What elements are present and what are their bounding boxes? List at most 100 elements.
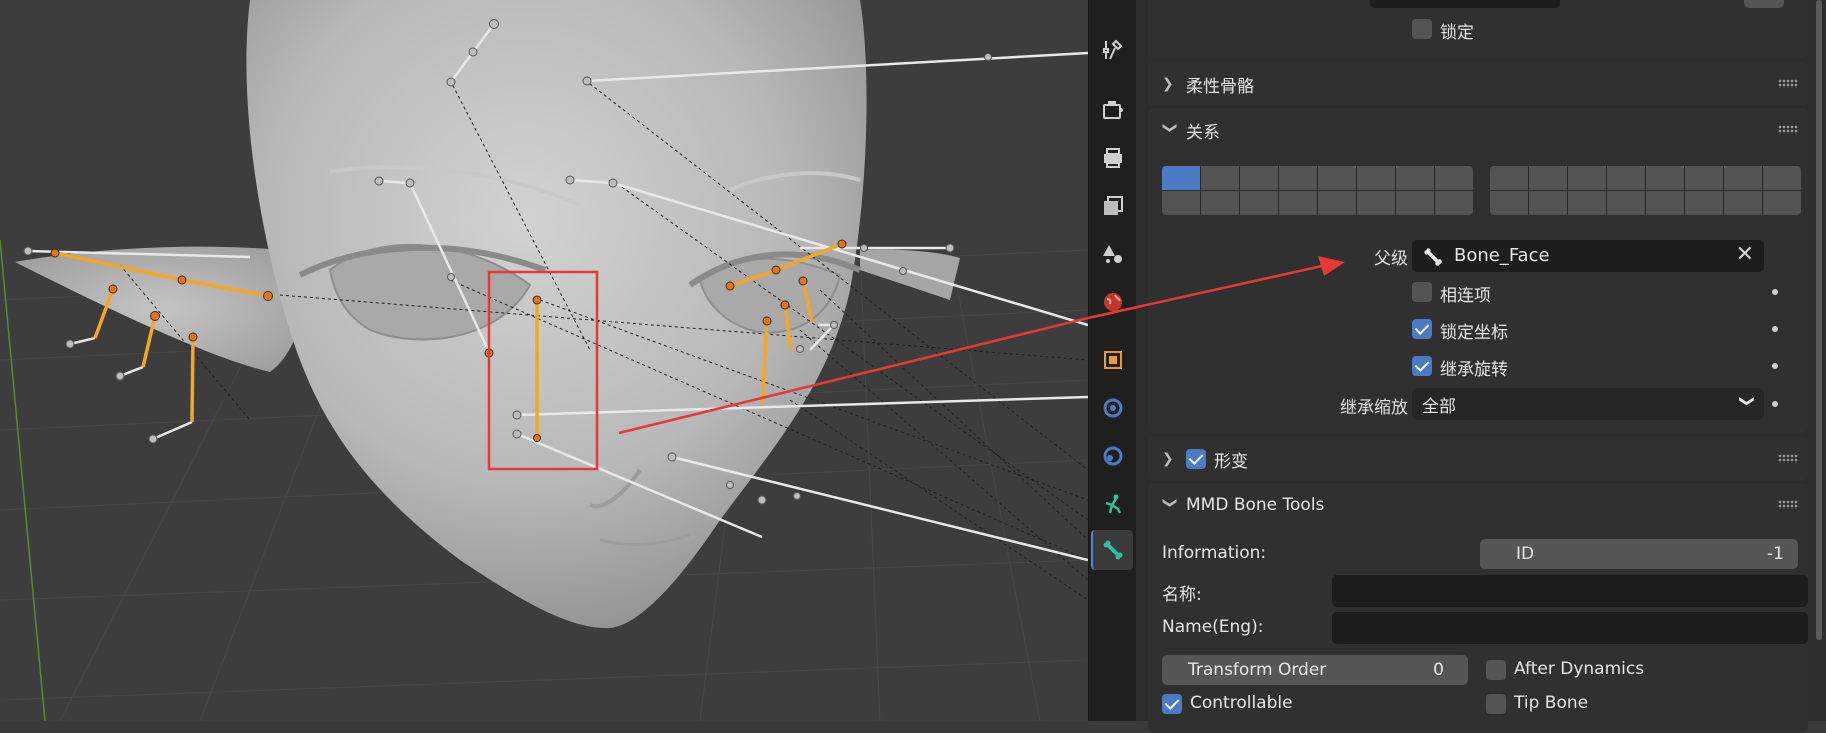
inherit-scale-dropdown[interactable]: 全部 ❯ — [1412, 388, 1764, 420]
bone-layer-cell[interactable] — [1529, 191, 1567, 215]
chevron-down-icon: ❯ — [1738, 394, 1757, 408]
armature-data-icon — [1105, 494, 1122, 514]
viewport-canvas[interactable] — [0, 0, 1088, 721]
bone-layer-cell[interactable] — [1724, 191, 1762, 215]
panel-header-relations[interactable]: ❯ 关系 — [1148, 108, 1808, 152]
keyframe-dot[interactable] — [1772, 289, 1778, 295]
bone-layer-cell[interactable] — [1162, 191, 1200, 215]
bone-layer-cell[interactable] — [1318, 191, 1356, 215]
drag-grip-icon[interactable] — [1778, 454, 1798, 463]
deform-checkbox[interactable] — [1186, 449, 1206, 469]
bone-layer-cell[interactable] — [1240, 166, 1278, 190]
drag-grip-icon[interactable] — [1778, 79, 1798, 88]
tab-output[interactable] — [1093, 138, 1133, 178]
bone-layer-cell[interactable] — [1279, 166, 1317, 190]
name-eng-label: Name(Eng): — [1162, 617, 1264, 637]
bone-layer-cell[interactable] — [1490, 166, 1528, 190]
panel-scrollbar[interactable] — [1816, 0, 1822, 640]
bone-layers-right[interactable] — [1490, 166, 1801, 215]
bone-layers-left[interactable] — [1162, 166, 1473, 215]
controllable-checkbox[interactable] — [1162, 694, 1182, 714]
chevron-right-icon: ❯ — [1162, 451, 1174, 467]
after-dynamics-checkbox[interactable] — [1486, 660, 1506, 680]
bone-layer-cell[interactable] — [1435, 191, 1473, 215]
bone-layer-cell[interactable] — [1685, 166, 1723, 190]
local-location-checkbox[interactable] — [1412, 319, 1432, 339]
keyframe-dot[interactable] — [1772, 363, 1778, 369]
bone-layer-cell[interactable] — [1724, 166, 1762, 190]
bone-layer-cell[interactable] — [1646, 166, 1684, 190]
bone-layer-cell[interactable] — [1240, 191, 1278, 215]
transform-order-label: Transform Order — [1188, 660, 1327, 680]
inherit-rotation-checkbox[interactable] — [1412, 356, 1432, 376]
bone-layer-cell[interactable] — [1568, 166, 1606, 190]
3d-viewport[interactable] — [0, 0, 1088, 721]
bone-layer-cell[interactable] — [1279, 191, 1317, 215]
bone-layer-cell[interactable] — [1529, 166, 1567, 190]
drag-grip-icon[interactable] — [1778, 500, 1798, 509]
tab-armature-data[interactable] — [1093, 484, 1133, 524]
transform-order-field[interactable]: Transform Order 0 — [1162, 655, 1468, 685]
keyframe-dot[interactable] — [1772, 326, 1778, 332]
bone-layer-cell[interactable] — [1396, 191, 1434, 215]
bone-layer-cell[interactable] — [1646, 191, 1684, 215]
name-input[interactable] — [1332, 575, 1808, 607]
bone-layer-cell[interactable] — [1763, 166, 1801, 190]
bone-layer-cell[interactable] — [1763, 191, 1801, 215]
bone-layer-cell[interactable] — [1318, 166, 1356, 190]
top-field-fragment[interactable] — [1370, 0, 1560, 8]
bone-layer-cell[interactable] — [1685, 191, 1723, 215]
view-layer-icon — [1104, 196, 1123, 215]
bone-layer-cell[interactable] — [1607, 191, 1645, 215]
panel-mmd-bone-tools: ❯ MMD Bone Tools Information: ID -1 名称: … — [1148, 483, 1808, 733]
bone-layer-cell[interactable] — [1201, 191, 1239, 215]
transform-panel-bottom: 锁定 — [1148, 0, 1808, 58]
panel-deform[interactable]: ❯ 形变 — [1148, 437, 1808, 481]
top-button-fragment[interactable] — [1744, 0, 1784, 8]
tab-object[interactable] — [1093, 340, 1133, 380]
right-ear — [860, 249, 960, 300]
y-axis-line — [0, 239, 46, 721]
bone-layer-cell[interactable] — [1490, 191, 1528, 215]
tab-world[interactable] — [1093, 282, 1133, 322]
parent-field[interactable]: Bone_Face ✕ — [1412, 240, 1764, 272]
bone-layer-cell[interactable] — [1607, 166, 1645, 190]
name-eng-input[interactable] — [1332, 612, 1808, 644]
lock-checkbox[interactable] — [1412, 19, 1432, 39]
panel-bendy-bones[interactable]: ❯ 柔性骨骼 — [1148, 62, 1808, 106]
close-icon[interactable]: ✕ — [1736, 242, 1754, 267]
tab-tool[interactable] — [1093, 30, 1133, 70]
tab-view-layer[interactable] — [1093, 186, 1133, 226]
keyframe-dot[interactable] — [1772, 401, 1778, 407]
tab-modifier[interactable] — [1093, 388, 1133, 428]
bone-layer-cell[interactable] — [1357, 166, 1395, 190]
panel-title: 关系 — [1186, 122, 1220, 143]
bone-layer-cell[interactable] — [1201, 166, 1239, 190]
bone-layer-cell[interactable] — [1435, 166, 1473, 190]
chevron-down-icon: ❯ — [1162, 122, 1178, 134]
drag-grip-icon[interactable] — [1778, 125, 1798, 134]
panel-title: 柔性骨骼 — [1186, 76, 1254, 97]
lock-label: 锁定 — [1440, 23, 1474, 43]
information-label: Information: — [1162, 543, 1267, 563]
panel-header-mmd-bone-tools[interactable]: ❯ MMD Bone Tools — [1148, 483, 1808, 527]
object-icon — [1104, 351, 1122, 369]
panel-title: MMD Bone Tools — [1186, 495, 1325, 515]
connected-checkbox[interactable] — [1412, 282, 1432, 302]
bone-layer-cell[interactable] — [1162, 166, 1200, 190]
tab-render[interactable] — [1093, 90, 1133, 130]
tab-bone[interactable] — [1091, 530, 1133, 570]
bone-id-label: ID — [1516, 544, 1535, 564]
bone-layer-cell[interactable] — [1396, 166, 1434, 190]
left-ear — [15, 246, 304, 372]
tip-bone-checkbox[interactable] — [1486, 694, 1506, 714]
tab-scene[interactable] — [1093, 234, 1133, 274]
physics-icon — [1103, 446, 1123, 466]
panel-header-bendy-bones[interactable]: ❯ 柔性骨骼 — [1148, 62, 1808, 106]
bone-layer-cell[interactable] — [1568, 191, 1606, 215]
tab-physics[interactable] — [1093, 436, 1133, 476]
bone-id-value: -1 — [1767, 544, 1784, 564]
bone-id-field[interactable]: ID -1 — [1480, 539, 1798, 569]
panel-header-deform[interactable]: ❯ 形变 — [1148, 437, 1808, 481]
bone-layer-cell[interactable] — [1357, 191, 1395, 215]
